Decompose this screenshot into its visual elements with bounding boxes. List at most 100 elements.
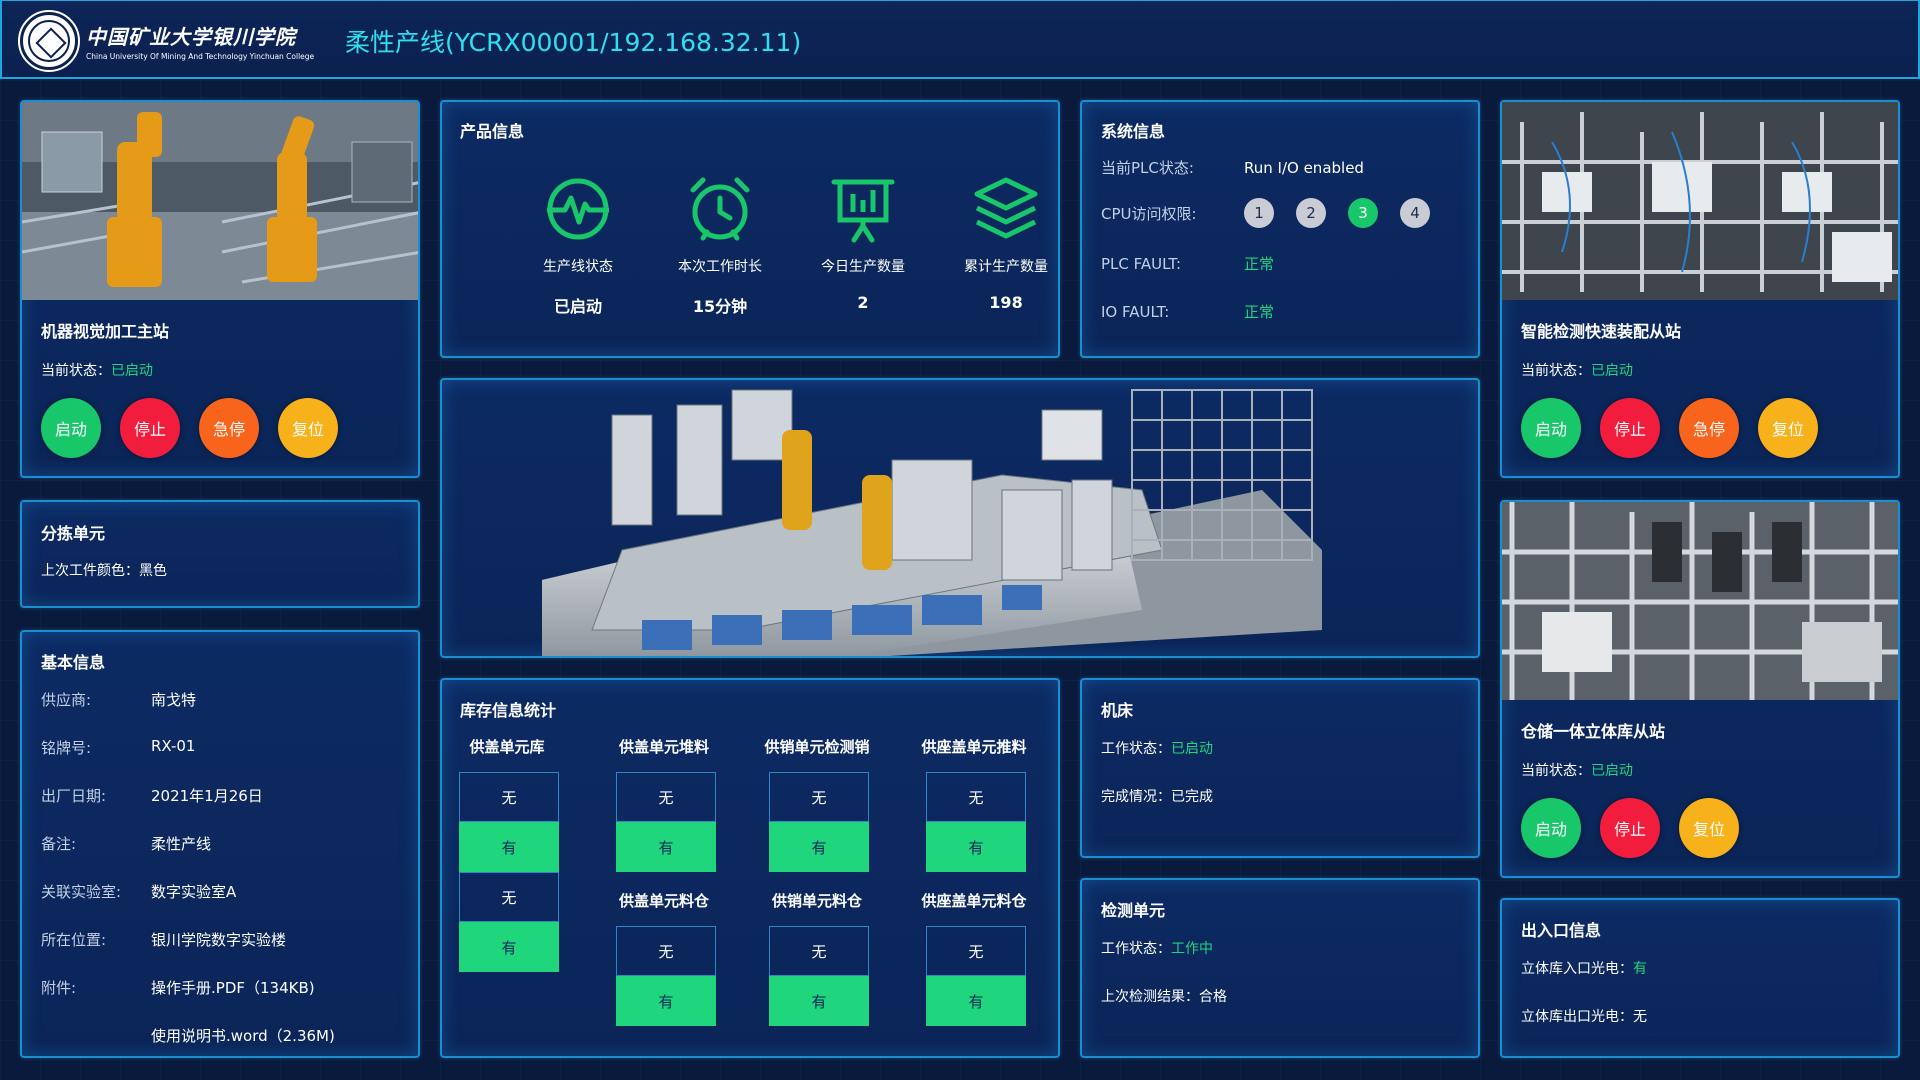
status-value: 已启动 [111, 363, 153, 379]
inventory-cell: 有 [616, 822, 716, 872]
inv-header-pin-check: 供销单元检测销 [764, 738, 870, 756]
product-info-panel: 产品信息 生产线状态 已启动 本次工作时长 15分钟 今日生产数量 2 累计生产… [440, 100, 1060, 358]
related-lab-row: 关联实验室: 数字实验室A [41, 883, 237, 901]
kpi-total-output: 累计生产数量 198 [936, 174, 1058, 312]
inventory-title: 库存信息统计 [460, 701, 557, 720]
machine-tool-status: 工作状态：已启动 [1101, 741, 1213, 757]
header-bar: 中国矿业大学银川学院 China University Of Mining An… [0, 0, 1920, 79]
inventory-cell: 有 [769, 822, 869, 872]
inventory-cell: 有 [926, 976, 1026, 1026]
kpi-today-output: 今日生产数量 2 [793, 174, 933, 312]
inventory-cell: 无 [926, 772, 1026, 822]
assembly-reset-button[interactable]: 复位 [1758, 398, 1818, 458]
inventory-cell: 有 [459, 922, 559, 972]
assembly-stop-button[interactable]: 停止 [1600, 398, 1660, 458]
inventory-cell: 无 [459, 872, 559, 922]
assembly-emergency-stop-button[interactable]: 急停 [1679, 398, 1739, 458]
nameplate-row: 铭牌号: RX-01 [41, 737, 196, 757]
inspection-unit-panel: 检测单元 工作状态：工作中 上次检测结果：合格 [1080, 878, 1480, 1058]
inv-header-seat-push: 供座盖单元推料 [921, 738, 1027, 756]
main-stop-button[interactable]: 停止 [120, 398, 180, 458]
basic-info-panel: 基本信息 供应商: 南戈特 铭牌号: RX-01 出厂日期: 2021年1月26日 备… [20, 630, 420, 1058]
basic-info-title: 基本信息 [41, 653, 106, 672]
inventory-cell: 有 [926, 822, 1026, 872]
assembly-station-name: 智能检测快速装配从站 [1521, 322, 1682, 341]
inventory-cell: 有 [616, 976, 716, 1026]
remark-row: 备注: 柔性产线 [41, 835, 212, 853]
production-line-3d-view [440, 378, 1480, 658]
inventory-cell: 有 [459, 822, 559, 872]
inv-header-seat-bin: 供座盖单元料仓 [921, 892, 1027, 910]
manual-pdf-link[interactable]: 操作手册.PDF（134KB) [151, 977, 315, 998]
main-station-name: 机器视觉加工主站 [41, 322, 170, 341]
assembly-station-status: 当前状态：已启动 [1521, 363, 1633, 379]
warehouse-reset-button[interactable]: 复位 [1679, 798, 1739, 858]
location-row: 所在位置: 银川学院数字实验楼 [41, 931, 287, 949]
inventory-cell: 无 [459, 772, 559, 822]
alarm-clock-icon [690, 177, 750, 241]
manual-word-link[interactable]: 使用说明书.word（2.36M) [151, 1025, 335, 1046]
io-fault-row: IO FAULT: 正常 [1101, 302, 1275, 322]
system-info-panel: 系统信息 当前PLC状态: Run I/O enabled CPU访问权限: 1 … [1080, 100, 1480, 358]
main-station-photo [22, 102, 418, 300]
inv-header-lid-stack: 供盖单元堆料 [618, 738, 709, 756]
cpu-level-4[interactable]: 4 [1400, 198, 1430, 228]
inventory-cell: 无 [616, 926, 716, 976]
cpu-level-2[interactable]: 2 [1296, 198, 1326, 228]
warehouse-station-status: 当前状态：已启动 [1521, 763, 1633, 779]
assembly-station-photo [1502, 102, 1898, 300]
cpu-level-1[interactable]: 1 [1244, 198, 1274, 228]
main-station-panel: 机器视觉加工主站 当前状态：已启动 启动 停止 急停 复位 [20, 100, 420, 478]
status-label: 当前状态： [41, 363, 111, 379]
plc-fault-row: PLC FAULT: 正常 [1101, 254, 1275, 274]
inspection-unit-title: 检测单元 [1101, 901, 1166, 920]
machine-tool-panel: 机床 工作状态：已启动 完成情况：已完成 [1080, 678, 1480, 858]
main-reset-button[interactable]: 复位 [278, 398, 338, 458]
inspection-result: 上次检测结果：合格 [1101, 989, 1227, 1005]
warehouse-inlet-sensor: 立体库入口光电：有 [1521, 961, 1647, 977]
college-seal-icon [18, 10, 80, 72]
main-start-button[interactable]: 启动 [41, 398, 101, 458]
presentation-board-icon [831, 179, 895, 243]
inventory-cell: 无 [616, 772, 716, 822]
main-station-status: 当前状态：已启动 [41, 360, 153, 380]
kpi-work-duration: 本次工作时长 15分钟 [650, 174, 790, 317]
sorting-unit-title: 分拣单元 [41, 524, 106, 543]
cpu-level-3[interactable]: 3 [1348, 198, 1378, 228]
pulse-icon [547, 178, 609, 240]
warehouse-station-photo [1502, 502, 1898, 700]
inv-header-lid-store: 供盖单元库 [469, 738, 545, 756]
product-info-title: 产品信息 [460, 122, 525, 141]
layers-icon [974, 177, 1038, 239]
cpu-access-row: CPU访问权限: 1 2 3 4 [1101, 198, 1452, 228]
assembly-start-button[interactable]: 启动 [1521, 398, 1581, 458]
inv-header-pin-bin: 供销单元料仓 [771, 892, 862, 910]
machine-tool-title: 机床 [1101, 701, 1134, 720]
inspection-status: 工作状态：工作中 [1101, 941, 1213, 957]
factory-date-row: 出厂日期: 2021年1月26日 [41, 787, 263, 805]
io-info-title: 出入口信息 [1521, 921, 1602, 940]
sorting-unit-panel: 分拣单元 上次工件颜色：黑色 [20, 500, 420, 608]
last-workpiece-color: 上次工件颜色：黑色 [41, 563, 167, 579]
assembly-station-panel: 智能检测快速装配从站 当前状态：已启动 启动 停止 急停 复位 [1500, 100, 1900, 478]
logo-chinese-name: 中国矿业大学银川学院 [86, 25, 296, 49]
machine-tool-done: 完成情况：已完成 [1101, 789, 1213, 805]
main-emergency-stop-button[interactable]: 急停 [199, 398, 259, 458]
attachment-row-2: 使用说明书.word（2.36M) [41, 1025, 335, 1046]
plc-status-value: Run I/O enabled [1244, 158, 1364, 177]
inventory-panel: 库存信息统计 供盖单元库 供盖单元堆料 供销单元检测销 供座盖单元推料 无 有 … [440, 678, 1060, 1058]
inventory-cell: 无 [769, 926, 869, 976]
warehouse-station-panel: 仓储一体立体库从站 当前状态：已启动 启动 停止 复位 [1500, 500, 1900, 878]
io-info-panel: 出入口信息 立体库入口光电：有 立体库出口光电：无 [1500, 898, 1900, 1058]
inv-header-lid-bin: 供盖单元料仓 [618, 892, 709, 910]
warehouse-start-button[interactable]: 启动 [1521, 798, 1581, 858]
inventory-cell: 无 [769, 772, 869, 822]
system-info-title: 系统信息 [1101, 122, 1166, 141]
college-logo: 中国矿业大学银川学院 China University Of Mining An… [18, 10, 320, 72]
kpi-line-status: 生产线状态 已启动 [508, 174, 648, 317]
page-title: 柔性产线(YCRX00001/192.168.32.11) [345, 28, 802, 57]
inventory-cell: 无 [926, 926, 1026, 976]
plc-status-row: 当前PLC状态: Run I/O enabled [1101, 158, 1364, 178]
supplier-row: 供应商: 南戈特 [41, 691, 197, 709]
warehouse-stop-button[interactable]: 停止 [1600, 798, 1660, 858]
